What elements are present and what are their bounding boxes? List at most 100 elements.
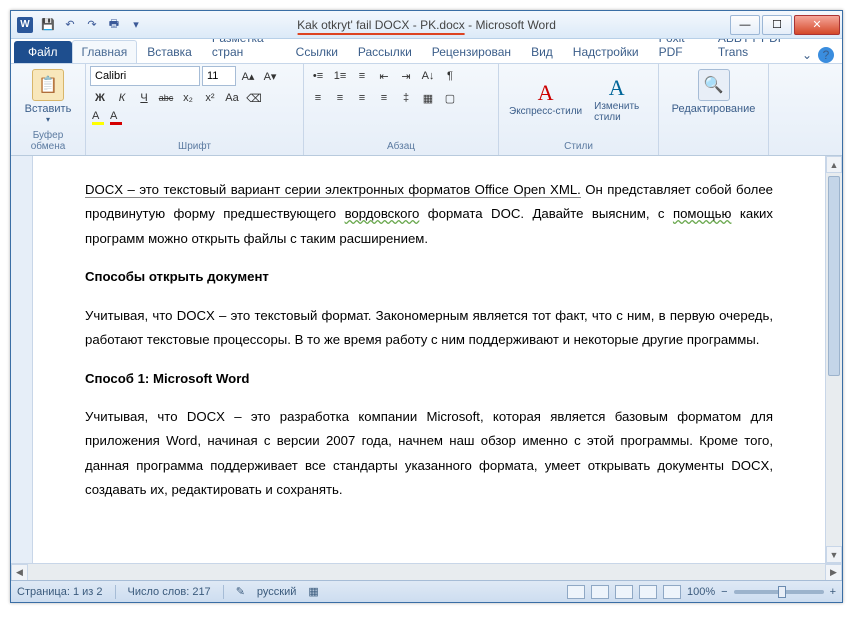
bullets-button[interactable]: •≡ [308, 66, 328, 86]
heading[interactable]: Способ 1: Microsoft Word [85, 367, 773, 391]
font-size-combo[interactable]: 11 [202, 66, 236, 86]
quick-styles-button[interactable]: A Экспресс-стили [503, 78, 588, 119]
word-window: W 💾 ↶ ↷ 🖶 ▾ Kak otkryt' fail DOCX - PK.d… [10, 10, 843, 603]
font-color-button[interactable]: A [108, 110, 124, 124]
language-indicator[interactable]: русский [257, 586, 296, 598]
group-styles-label: Стили [503, 140, 654, 153]
change-styles-button[interactable]: A Изменить стили [588, 73, 645, 125]
tab-insert[interactable]: Вставка [137, 40, 202, 63]
print-icon[interactable]: 🖶 [105, 16, 123, 34]
document-page[interactable]: DOCX – это текстовый вариант серии элект… [33, 156, 825, 563]
web-view[interactable] [615, 585, 633, 599]
styles-gallery-icon: A [538, 80, 554, 106]
minimize-button[interactable]: — [730, 15, 760, 35]
page-indicator[interactable]: Страница: 1 из 2 [17, 586, 103, 598]
tab-addins[interactable]: Надстройки [563, 40, 649, 63]
underline-button[interactable]: Ч [134, 88, 154, 108]
scroll-up-icon[interactable]: ▲ [826, 156, 842, 173]
zoom-slider[interactable] [734, 590, 824, 594]
proofing-icon[interactable]: ✎ [236, 585, 245, 598]
shading-button[interactable]: ▦ [418, 88, 438, 108]
align-left-button[interactable]: ≡ [308, 88, 328, 108]
statusbar: Страница: 1 из 2 Число слов: 217 ✎ русск… [11, 580, 842, 602]
scroll-right-icon[interactable]: ▶ [825, 564, 842, 581]
tab-view[interactable]: Вид [521, 40, 563, 63]
scroll-down-icon[interactable]: ▼ [826, 546, 842, 563]
grow-font-icon[interactable]: A▴ [238, 66, 258, 86]
tab-mailings[interactable]: Рассылки [348, 40, 422, 63]
align-right-button[interactable]: ≡ [352, 88, 372, 108]
undo-icon[interactable]: ↶ [61, 16, 79, 34]
group-clipboard-label: Буфер обмена [15, 129, 81, 153]
file-tab[interactable]: Файл [14, 41, 72, 63]
change-styles-icon: A [609, 75, 625, 101]
tab-references[interactable]: Ссылки [286, 40, 348, 63]
zoom-thumb[interactable] [778, 586, 786, 598]
fullscreen-view[interactable] [591, 585, 609, 599]
maximize-button[interactable]: ☐ [762, 15, 792, 35]
zoom-level[interactable]: 100% [687, 586, 715, 598]
group-styles: A Экспресс-стили A Изменить стили Стили [499, 64, 659, 155]
group-font: Calibri 11 A▴ A▾ Ж К Ч abc x₂ x² Aa ⌫ A [86, 64, 304, 155]
align-justify-button[interactable]: ≡ [374, 88, 394, 108]
dedent-button[interactable]: ⇤ [374, 66, 394, 86]
italic-button[interactable]: К [112, 88, 132, 108]
tab-review[interactable]: Рецензирован [422, 40, 521, 63]
outline-view[interactable] [639, 585, 657, 599]
align-center-button[interactable]: ≡ [330, 88, 350, 108]
ribbon-tabs: Файл Главная Вставка Разметка стран Ссыл… [11, 39, 842, 64]
word-count[interactable]: Число слов: 217 [128, 586, 211, 598]
strike-button[interactable]: abc [156, 88, 176, 108]
scroll-thumb[interactable] [828, 176, 840, 376]
group-editing: 🔍 Редактирование [659, 64, 769, 155]
paste-button[interactable]: 📋 Вставить▾ [15, 66, 81, 127]
multilevel-button[interactable]: ≡ [352, 66, 372, 86]
scroll-left-icon[interactable]: ◀ [11, 564, 28, 581]
qat-customize-icon[interactable]: ▾ [127, 16, 145, 34]
print-layout-view[interactable] [567, 585, 585, 599]
sort-button[interactable]: A↓ [418, 66, 438, 86]
superscript-button[interactable]: x² [200, 88, 220, 108]
group-clipboard: 📋 Вставить▾ Буфер обмена [11, 64, 86, 155]
window-controls: — ☐ ✕ [730, 15, 842, 35]
paragraph[interactable]: DOCX – это текстовый вариант серии элект… [85, 178, 773, 251]
line-spacing-button[interactable]: ‡ [396, 88, 416, 108]
change-case-button[interactable]: Aa [222, 88, 242, 108]
borders-button[interactable]: ▢ [440, 88, 460, 108]
indent-button[interactable]: ⇥ [396, 66, 416, 86]
save-icon[interactable]: 💾 [39, 16, 57, 34]
quick-access-toolbar: 💾 ↶ ↷ 🖶 ▾ [39, 16, 145, 34]
horizontal-scrollbar[interactable]: ◀ ▶ [11, 563, 842, 580]
paragraph[interactable]: Учитывая, что DOCX – это разработка комп… [85, 405, 773, 503]
show-marks-button[interactable]: ¶ [440, 66, 460, 86]
macro-icon[interactable]: ▦ [308, 585, 318, 598]
titlebar: W 💾 ↶ ↷ 🖶 ▾ Kak otkryt' fail DOCX - PK.d… [11, 11, 842, 39]
zoom-in-button[interactable]: + [830, 586, 836, 598]
ribbon-collapse-icon[interactable]: ⌄ [802, 48, 812, 62]
group-paragraph-label: Абзац [308, 140, 494, 153]
redo-icon[interactable]: ↷ [83, 16, 101, 34]
shrink-font-icon[interactable]: A▾ [260, 66, 280, 86]
paragraph[interactable]: Учитывая, что DOCX – это текстовый форма… [85, 304, 773, 353]
highlight-color-button[interactable]: A [90, 110, 106, 124]
group-font-label: Шрифт [90, 140, 299, 153]
app-icon: W [17, 17, 33, 33]
vertical-scrollbar[interactable]: ▲ ▼ [825, 156, 842, 563]
group-paragraph: •≡ 1≡ ≡ ⇤ ⇥ A↓ ¶ ≡ ≡ ≡ ≡ ‡ ▦ ▢ Абзац [304, 64, 499, 155]
bold-button[interactable]: Ж [90, 88, 110, 108]
tab-home[interactable]: Главная [72, 40, 138, 63]
clipboard-icon: 📋 [32, 69, 64, 101]
heading[interactable]: Способы открыть документ [85, 265, 773, 289]
editing-button[interactable]: 🔍 Редактирование [663, 66, 764, 118]
help-icon[interactable]: ? [818, 47, 834, 63]
find-icon: 🔍 [698, 69, 730, 101]
numbering-button[interactable]: 1≡ [330, 66, 350, 86]
subscript-button[interactable]: x₂ [178, 88, 198, 108]
zoom-out-button[interactable]: − [721, 586, 727, 598]
draft-view[interactable] [663, 585, 681, 599]
close-button[interactable]: ✕ [794, 15, 840, 35]
clear-format-button[interactable]: ⌫ [244, 88, 264, 108]
vertical-ruler[interactable] [11, 156, 33, 563]
window-title: Kak otkryt' fail DOCX - PK.docx - Micros… [297, 18, 556, 32]
font-name-combo[interactable]: Calibri [90, 66, 200, 86]
